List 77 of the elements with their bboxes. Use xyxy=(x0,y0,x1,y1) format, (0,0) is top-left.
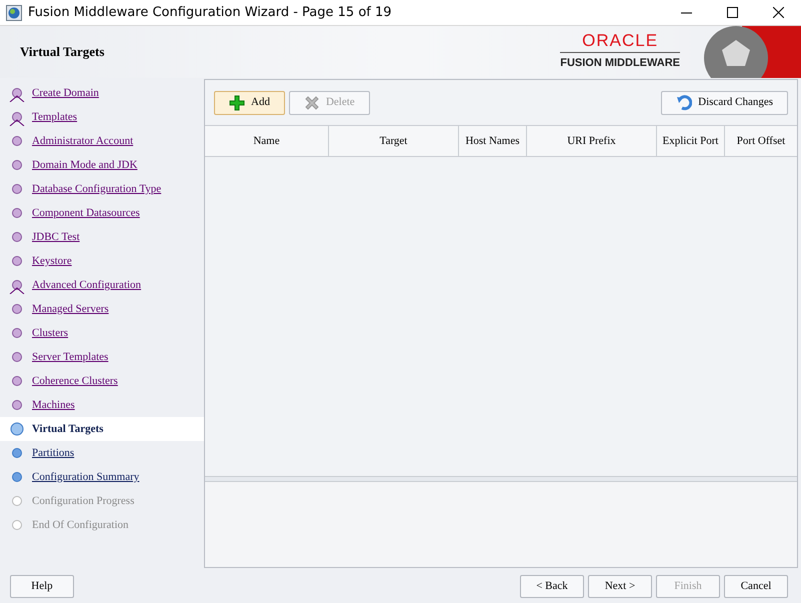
wizard-step[interactable]: Configuration Summary xyxy=(0,465,204,489)
step-label: Templates xyxy=(32,110,78,125)
step-dot-icon xyxy=(10,350,24,364)
wizard-step[interactable]: Create Domain xyxy=(0,81,204,105)
step-dot-icon xyxy=(10,278,24,292)
step-label: Administrator Account xyxy=(32,134,134,149)
column-header[interactable]: Host Names xyxy=(459,126,527,156)
column-header[interactable]: Port Offset xyxy=(725,126,797,156)
wizard-step[interactable]: Domain Mode and JDK xyxy=(0,153,204,177)
wizard-step[interactable]: Partitions xyxy=(0,441,204,465)
wizard-step[interactable]: JDBC Test xyxy=(0,225,204,249)
help-button[interactable]: Help xyxy=(10,575,74,598)
column-header[interactable]: Target xyxy=(329,126,459,156)
close-icon xyxy=(772,7,784,18)
step-label: Create Domain xyxy=(32,86,99,101)
wizard-step[interactable]: Coherence Clusters xyxy=(0,369,204,393)
step-label: Coherence Clusters xyxy=(32,374,118,389)
step-dot-icon xyxy=(10,230,24,244)
step-dot-icon xyxy=(10,518,24,532)
step-dot-icon xyxy=(10,134,24,148)
wizard-button[interactable]: < Back xyxy=(520,575,584,598)
wizard-step[interactable]: Database Configuration Type xyxy=(0,177,204,201)
step-dot-icon xyxy=(10,470,24,484)
wizard-step[interactable]: Virtual Targets xyxy=(0,417,204,441)
undo-icon xyxy=(676,94,692,110)
step-label: Database Configuration Type xyxy=(32,182,162,197)
step-label: Configuration Progress xyxy=(32,494,134,509)
step-dot-icon xyxy=(10,446,24,460)
step-dot-icon xyxy=(10,110,24,124)
plus-icon xyxy=(229,94,245,110)
discard-button[interactable]: Discard Changes xyxy=(661,90,788,114)
step-dot-icon xyxy=(10,254,24,268)
wizard-step[interactable]: Templates xyxy=(0,105,204,129)
step-label: Partitions xyxy=(32,446,74,461)
step-label: End Of Configuration xyxy=(32,518,129,533)
step-label: Virtual Targets xyxy=(32,422,104,437)
step-dot-icon xyxy=(10,206,24,220)
wizard-button[interactable]: Cancel xyxy=(724,575,788,598)
step-dot-icon xyxy=(10,302,24,316)
step-label: Advanced Configuration xyxy=(32,278,142,293)
column-header[interactable]: Explicit Port xyxy=(657,126,725,156)
wizard-button[interactable]: Next > xyxy=(588,575,652,598)
wizard-step[interactable]: Server Templates xyxy=(0,345,204,369)
window-title: Fusion Middleware Configuration Wizard - Page 15 of 19 xyxy=(28,4,392,22)
step-label: Managed Servers xyxy=(32,302,109,317)
wizard-step[interactable]: Clusters xyxy=(0,321,204,345)
step-dot-icon xyxy=(10,374,24,388)
step-dot-icon xyxy=(10,422,24,436)
step-label: Component Datasources xyxy=(32,206,140,221)
step-dot-icon xyxy=(10,158,24,172)
step-label: Machines xyxy=(32,398,75,413)
step-dot-icon xyxy=(10,494,24,508)
wizard-step[interactable]: Machines xyxy=(0,393,204,417)
wizard-step[interactable]: Advanced Configuration xyxy=(0,273,204,297)
step-label: Clusters xyxy=(32,326,68,341)
app-icon xyxy=(6,4,22,20)
step-dot-icon xyxy=(10,182,24,196)
maximize-icon xyxy=(726,7,738,18)
column-header[interactable]: URI Prefix xyxy=(527,126,657,156)
brand-logo: ORACLE xyxy=(582,32,658,50)
product-name: FUSION MIDDLEWARE xyxy=(560,52,680,72)
wizard-step[interactable]: Keystore xyxy=(0,249,204,273)
step-dot-icon xyxy=(10,326,24,340)
page-heading: Virtual Targets xyxy=(20,43,104,62)
step-label: Server Templates xyxy=(32,350,108,365)
step-dot-icon xyxy=(10,398,24,412)
wizard-step[interactable]: Managed Servers xyxy=(0,297,204,321)
add-button[interactable]: Add xyxy=(214,90,285,114)
step-label: Domain Mode and JDK xyxy=(32,158,138,173)
step-label: JDBC Test xyxy=(32,230,80,245)
step-label: Configuration Summary xyxy=(32,470,140,485)
step-label: Keystore xyxy=(32,254,72,269)
cross-icon xyxy=(304,94,320,110)
wizard-step[interactable]: Component Datasources xyxy=(0,201,204,225)
column-header[interactable]: Name xyxy=(205,126,329,156)
wizard-step[interactable]: Administrator Account xyxy=(0,129,204,153)
step-dot-icon xyxy=(10,86,24,100)
